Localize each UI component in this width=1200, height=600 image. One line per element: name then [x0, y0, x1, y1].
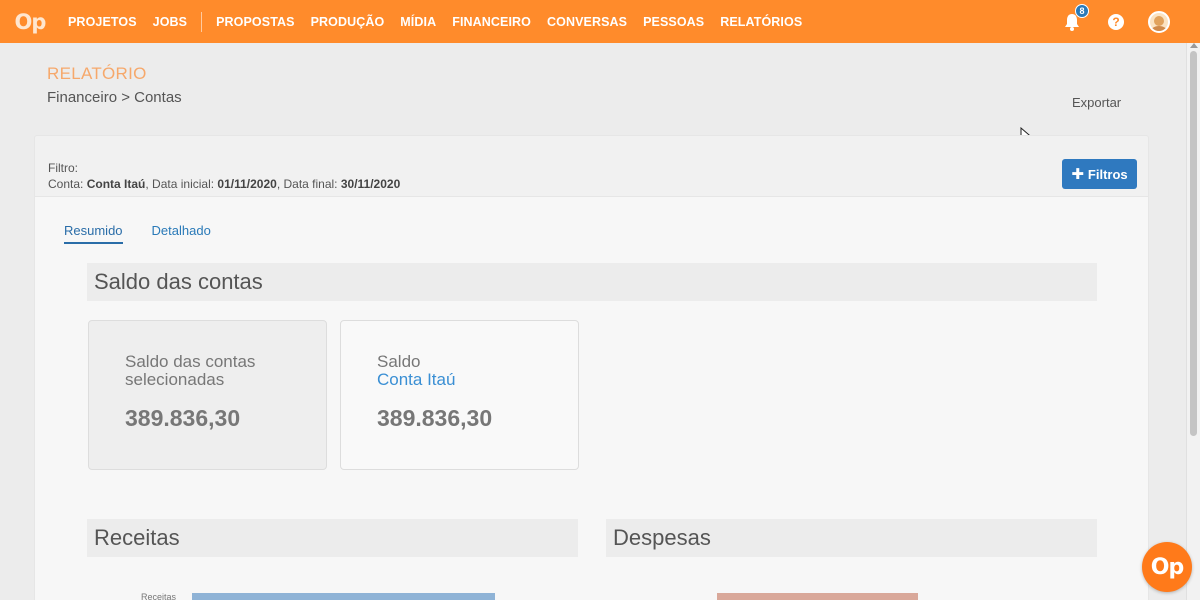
scroll-up-arrow-icon[interactable] — [1190, 43, 1198, 48]
nav-item-conversas[interactable]: CONVERSAS — [539, 0, 635, 43]
filter-conta-label: Conta: — [48, 177, 87, 191]
notification-count-badge: 8 — [1075, 3, 1089, 18]
saldo-card-selected-accounts[interactable]: Saldo das contas selecionadas 389.836,30 — [88, 320, 327, 470]
nav-item-producao[interactable]: PRODUÇÃO — [303, 0, 393, 43]
report-tabs: Resumido Detalhado — [64, 223, 240, 244]
page-title: RELATÓRIO — [47, 64, 147, 83]
despesas-section-heading: Despesas — [606, 519, 1097, 557]
nav-divider — [201, 11, 203, 32]
card-label-line2: selecionadas — [125, 370, 225, 389]
receitas-bar-label: Receitas — [141, 592, 177, 600]
top-navigation-bar: Op PROJETOS JOBS PROPOSTAS PRODUÇÃO MÍDI… — [0, 0, 1200, 43]
add-filters-button[interactable]: ✚ Filtros — [1062, 159, 1137, 189]
nav-item-midia[interactable]: MÍDIA — [392, 0, 444, 43]
app-logo[interactable]: Op — [0, 0, 60, 43]
receitas-section-heading: Receitas — [87, 519, 578, 557]
nav-item-jobs[interactable]: JOBS — [145, 0, 195, 43]
nav-item-relatorios[interactable]: RELATÓRIOS — [712, 0, 810, 43]
vertical-scrollbar[interactable] — [1186, 43, 1200, 600]
nav-item-pessoas[interactable]: PESSOAS — [635, 0, 712, 43]
card-value: 389.836,30 — [377, 405, 493, 431]
despesas-bar — [717, 593, 918, 600]
nav-item-propostas[interactable]: PROPOSTAS — [208, 0, 302, 43]
card-label-line1: Saldo das contas — [125, 352, 256, 371]
filter-panel: Filtro: Conta: Conta Itaú, Data inicial:… — [34, 135, 1149, 197]
user-avatar[interactable] — [1148, 10, 1170, 33]
card-label: Saldo das contas selecionadas — [125, 353, 255, 389]
notifications-button[interactable]: 8 — [1062, 3, 1089, 32]
help-icon[interactable]: ? — [1108, 13, 1124, 30]
filter-data-final-label: , Data final: — [276, 177, 341, 191]
report-content: Resumido Detalhado Saldo das contas Sald… — [34, 197, 1149, 600]
scrollbar-thumb[interactable] — [1190, 51, 1197, 436]
saldo-section-heading: Saldo das contas — [87, 263, 1097, 301]
plus-icon: ✚ — [1071, 166, 1084, 183]
export-button[interactable]: Exportar — [1072, 95, 1121, 110]
card-account-name: Conta Itaú — [377, 370, 456, 389]
tab-resumido[interactable]: Resumido — [64, 223, 123, 244]
tab-detalhado[interactable]: Detalhado — [152, 223, 211, 244]
op-chat-button[interactable]: Op — [1142, 542, 1192, 592]
top-right-actions: 8 ? — [1062, 0, 1200, 43]
nav-item-projetos[interactable]: PROJETOS — [60, 0, 145, 43]
card-label: Saldo Conta Itaú — [377, 353, 455, 389]
filter-data-inicial-label: , Data inicial: — [145, 177, 218, 191]
bell-icon — [1062, 13, 1082, 36]
breadcrumb: Financeiro > Contas — [47, 89, 182, 106]
filter-data-final-value: 30/11/2020 — [340, 177, 401, 191]
filter-summary: Conta: Conta Itaú, Data inicial: 01/11/2… — [48, 177, 400, 191]
nav-item-financeiro[interactable]: FINANCEIRO — [444, 0, 539, 43]
filters-button-label: Filtros — [1087, 166, 1128, 182]
filter-data-inicial-value: 01/11/2020 — [217, 177, 277, 191]
saldo-card-conta-itau[interactable]: Saldo Conta Itaú 389.836,30 — [340, 320, 579, 470]
card-label-line1: Saldo — [377, 352, 421, 371]
filter-label: Filtro: — [48, 161, 78, 175]
main-nav: PROJETOS JOBS PROPOSTAS PRODUÇÃO MÍDIA F… — [60, 0, 810, 43]
receitas-bar — [192, 593, 495, 600]
filter-conta-value: Conta Itaú — [86, 177, 146, 191]
card-value: 389.836,30 — [125, 405, 241, 431]
